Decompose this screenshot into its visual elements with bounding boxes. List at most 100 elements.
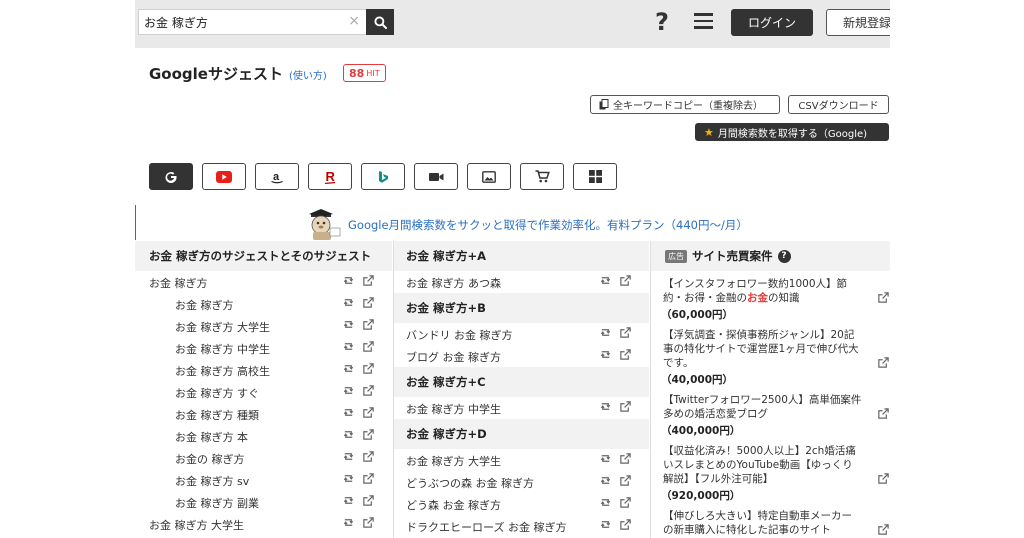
retweet-icon[interactable]: [342, 516, 355, 529]
external-link-icon[interactable]: [877, 472, 890, 485]
suggest-keyword[interactable]: お金 稼ぎ方 すぐ: [175, 385, 259, 401]
retweet-icon[interactable]: [342, 406, 355, 419]
suggest-keyword[interactable]: ブログ お金 稼ぎ方: [406, 349, 501, 365]
external-link-icon[interactable]: [362, 296, 375, 309]
suggest-keyword[interactable]: お金の 稼ぎ方: [175, 451, 245, 467]
listing-title[interactable]: 【収益化済み！5000人以上】2ch婚活痛 いスレまとめのYouTube動画【ゆ…: [663, 444, 874, 486]
hamburger-menu-icon[interactable]: [694, 13, 713, 29]
site-sale-listing[interactable]: 【浮気調査・探偵事務所ジャンル】20記 事の特化サイトで運営歴1ヶ月で伸び代大 …: [651, 328, 890, 387]
retweet-icon[interactable]: [342, 472, 355, 485]
retweet-icon[interactable]: [599, 400, 612, 413]
external-link-icon[interactable]: [362, 516, 375, 529]
external-link-icon[interactable]: [362, 472, 375, 485]
engine-video-button[interactable]: [414, 163, 458, 190]
external-link-icon[interactable]: [877, 291, 890, 304]
retweet-icon[interactable]: [599, 326, 612, 339]
signup-button[interactable]: 新規登録: [826, 9, 890, 36]
external-link-icon[interactable]: [362, 494, 375, 507]
retweet-icon[interactable]: [599, 348, 612, 361]
retweet-icon[interactable]: [342, 340, 355, 353]
retweet-icon[interactable]: [342, 274, 355, 287]
retweet-icon[interactable]: [342, 318, 355, 331]
suggest-keyword[interactable]: お金 稼ぎ方 sv: [175, 473, 249, 489]
search-input[interactable]: お金 稼ぎ方 ×: [138, 9, 366, 35]
retweet-icon[interactable]: [342, 296, 355, 309]
external-link-icon[interactable]: [362, 362, 375, 375]
suggest-row: お金 稼ぎ方 中学生: [394, 397, 649, 419]
retweet-icon[interactable]: [599, 452, 612, 465]
suggest-keyword[interactable]: お金 稼ぎ方 高校生: [175, 363, 270, 379]
site-sale-listing[interactable]: 【収益化済み！5000人以上】2ch婚活痛 いスレまとめのYouTube動画【ゆ…: [651, 444, 890, 503]
retweet-icon[interactable]: [342, 494, 355, 507]
suggest-keyword[interactable]: お金 稼ぎ方 副業: [175, 495, 259, 511]
external-link-icon[interactable]: [877, 523, 890, 536]
suggest-keyword[interactable]: バンドリ お金 稼ぎ方: [406, 327, 513, 343]
external-link-icon[interactable]: [619, 474, 632, 487]
engine-shopping-button[interactable]: [520, 163, 564, 190]
promo-banner[interactable]: Google月間検索数をサクッと取得で作業効率化。有料プラン（440円〜/月）: [135, 205, 890, 240]
site-sale-listing[interactable]: 【伸びしろ大きい】特定自動車メーカー の新車購入に特化した記事のサイト（100,…: [651, 509, 890, 538]
copy-all-keywords-button[interactable]: 全キーワードコピー（重複除去）: [590, 95, 780, 114]
engine-youtube-button[interactable]: [202, 163, 246, 190]
suggest-keyword[interactable]: お金 稼ぎ方 大学生: [175, 319, 270, 335]
retweet-icon[interactable]: [342, 428, 355, 441]
external-link-icon[interactable]: [619, 274, 632, 287]
suggest-keyword[interactable]: ドラクエヒーローズ お金 稼ぎ方: [406, 519, 566, 535]
external-link-icon[interactable]: [619, 518, 632, 531]
external-link-icon[interactable]: [619, 452, 632, 465]
suggest-keyword[interactable]: お金 稼ぎ方 中学生: [175, 341, 270, 357]
question-icon[interactable]: ?: [777, 249, 791, 263]
external-link-icon[interactable]: [362, 406, 375, 419]
suggest-keyword[interactable]: お金 稼ぎ方 あつ森: [406, 275, 501, 291]
suggest-keyword[interactable]: どうぶつの森 お金 稼ぎ方: [406, 475, 534, 491]
retweet-icon[interactable]: [599, 496, 612, 509]
external-link-icon[interactable]: [362, 274, 375, 287]
suggest-keyword[interactable]: お金 稼ぎ方 中学生: [406, 401, 501, 417]
listing-title[interactable]: 【浮気調査・探偵事務所ジャンル】20記 事の特化サイトで運営歴1ヶ月で伸び代大 …: [663, 328, 874, 370]
clear-icon[interactable]: ×: [348, 13, 360, 29]
suggest-keyword[interactable]: お金 稼ぎ方: [149, 275, 208, 291]
suggest-keyword[interactable]: お金 稼ぎ方 本: [175, 429, 248, 445]
listing-title[interactable]: 【Twitterフォロワー2500人】高単価案件 多めの婚活恋愛ブログ: [663, 393, 874, 421]
retweet-icon[interactable]: [599, 474, 612, 487]
external-link-icon[interactable]: [877, 407, 890, 420]
suggest-keyword[interactable]: お金 稼ぎ方 大学生: [406, 453, 501, 469]
csv-download-button[interactable]: CSVダウンロード: [788, 95, 889, 114]
login-button[interactable]: ログイン: [731, 9, 813, 36]
external-link-icon[interactable]: [619, 400, 632, 413]
engine-apps-button[interactable]: [573, 163, 617, 190]
engine-rakuten-button[interactable]: R: [308, 163, 352, 190]
engine-google-button[interactable]: [149, 163, 193, 190]
external-link-icon[interactable]: [362, 450, 375, 463]
site-sale-listing[interactable]: 【インスタフォロワー数約1000人】節 約・お得・金融のお金の知識 （60,000…: [651, 277, 890, 322]
retweet-icon[interactable]: [599, 274, 612, 287]
suggest-keyword[interactable]: お金 稼ぎ方: [175, 297, 234, 313]
help-icon[interactable]: ?: [655, 8, 669, 36]
site-sale-listing[interactable]: 【Twitterフォロワー2500人】高単価案件 多めの婚活恋愛ブログ （400,…: [651, 393, 890, 438]
external-link-icon[interactable]: [362, 318, 375, 331]
retweet-icon[interactable]: [599, 518, 612, 531]
monthly-search-volume-button[interactable]: ★ 月間検索数を取得する（Google): [695, 123, 889, 141]
suggest-keyword[interactable]: どう森 お金 稼ぎ方: [406, 497, 501, 513]
external-link-icon[interactable]: [362, 384, 375, 397]
external-link-icon[interactable]: [619, 348, 632, 361]
suggest-keyword[interactable]: お金 稼ぎ方 大学生: [149, 517, 244, 533]
listing-title[interactable]: 【インスタフォロワー数約1000人】節 約・お得・金融のお金の知識: [663, 277, 874, 305]
external-link-icon[interactable]: [362, 340, 375, 353]
external-link-icon[interactable]: [877, 356, 890, 369]
external-link-icon[interactable]: [619, 326, 632, 339]
engine-amazon-button[interactable]: a: [255, 163, 299, 190]
external-link-icon[interactable]: [619, 496, 632, 509]
engine-image-button[interactable]: [467, 163, 511, 190]
howto-link[interactable]: (使い方): [289, 67, 327, 82]
listing-title[interactable]: 【伸びしろ大きい】特定自動車メーカー の新車購入に特化した記事のサイト: [663, 509, 874, 537]
column-heading: お金 稼ぎ方のサジェストとそのサジェスト: [135, 241, 392, 271]
retweet-icon[interactable]: [342, 362, 355, 375]
svg-text:a: a: [273, 171, 280, 183]
search-button[interactable]: [366, 9, 394, 35]
suggest-keyword[interactable]: お金 稼ぎ方 種類: [175, 407, 259, 423]
retweet-icon[interactable]: [342, 384, 355, 397]
external-link-icon[interactable]: [362, 428, 375, 441]
retweet-icon[interactable]: [342, 450, 355, 463]
engine-bing-button[interactable]: [361, 163, 405, 190]
